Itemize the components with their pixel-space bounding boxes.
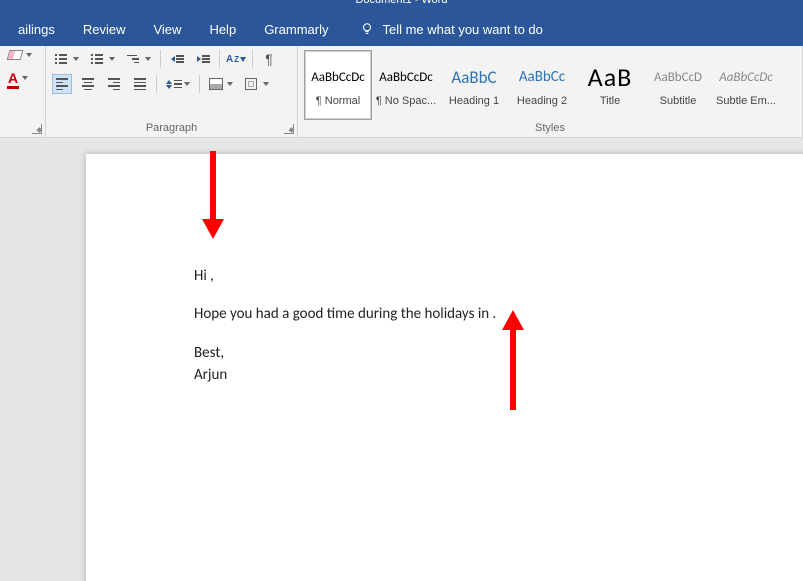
dialog-launcher-paragraph[interactable] bbox=[284, 124, 294, 134]
menu-bar: ailings Review View Help Grammarly Tell … bbox=[0, 12, 803, 46]
style-sample: AaB bbox=[588, 63, 633, 91]
font-color-button[interactable]: A bbox=[8, 70, 32, 86]
style--no-spac-[interactable]: AaBbCcDc ¶ No Spac... bbox=[372, 50, 440, 120]
tab-help[interactable]: Help bbox=[195, 12, 250, 46]
decrease-indent-icon bbox=[171, 55, 184, 63]
style-name-label: Heading 1 bbox=[449, 95, 499, 107]
align-left-icon bbox=[56, 78, 68, 90]
style-sample: AaBbCcDc bbox=[379, 63, 433, 91]
styles-group-label: Styles bbox=[298, 120, 802, 137]
align-center-icon bbox=[82, 78, 94, 90]
group-label-empty bbox=[0, 132, 45, 137]
bullets-button[interactable] bbox=[52, 50, 82, 68]
font-color-icon: A bbox=[8, 70, 18, 86]
align-center-button[interactable] bbox=[78, 75, 98, 93]
borders-icon bbox=[245, 78, 257, 90]
ribbon: A bbox=[0, 46, 803, 138]
align-right-icon bbox=[108, 78, 120, 90]
tab-view[interactable]: View bbox=[139, 12, 195, 46]
justify-button[interactable] bbox=[130, 75, 150, 93]
lightbulb-icon bbox=[360, 22, 374, 36]
increase-indent-button[interactable] bbox=[193, 50, 213, 68]
align-right-button[interactable] bbox=[104, 75, 124, 93]
numbering-button[interactable] bbox=[88, 50, 118, 68]
style-heading-2[interactable]: AaBbCc Heading 2 bbox=[508, 50, 576, 120]
style-sample: AaBbCc bbox=[519, 63, 565, 91]
line-spacing-button[interactable] bbox=[163, 75, 193, 93]
style-sample: AaBbCcDc bbox=[311, 63, 365, 91]
ribbon-group-styles: AaBbCcDc¶ NormalAaBbCcDc¶ No Spac...AaBb… bbox=[298, 46, 803, 137]
sort-icon: AZ bbox=[226, 54, 246, 65]
tell-me-label: Tell me what you want to do bbox=[382, 22, 542, 37]
document-page[interactable]: Hi , Hope you had a good time during the… bbox=[86, 154, 803, 581]
doc-line-4[interactable]: Arjun bbox=[194, 365, 738, 385]
ribbon-group-font-partial: A bbox=[0, 46, 46, 137]
annotation-arrow-2 bbox=[507, 310, 519, 410]
style-subtle-em-[interactable]: AaBbCcDc Subtle Em... bbox=[712, 50, 780, 120]
style-name-label: Subtitle bbox=[660, 95, 697, 107]
shading-button[interactable] bbox=[206, 75, 236, 93]
window-title: Document1 - Word bbox=[355, 0, 447, 6]
doc-line-1[interactable]: Hi , bbox=[194, 266, 738, 286]
tab-grammarly[interactable]: Grammarly bbox=[250, 12, 342, 46]
dialog-launcher-font[interactable] bbox=[32, 124, 42, 134]
borders-button[interactable] bbox=[242, 75, 272, 93]
paragraph-group-label: Paragraph bbox=[46, 120, 297, 137]
style-sample: AaBbC bbox=[451, 63, 496, 91]
title-bar: Document1 - Word bbox=[0, 0, 803, 12]
style-sample: AaBbCcD bbox=[654, 63, 702, 91]
ribbon-group-paragraph: AZ ¶ bbox=[46, 46, 298, 137]
multilevel-icon bbox=[127, 55, 139, 64]
clear-formatting-button[interactable] bbox=[8, 50, 32, 60]
tell-me-search[interactable]: Tell me what you want to do bbox=[360, 22, 542, 37]
bullets-icon bbox=[55, 54, 67, 64]
style-name-label: ¶ No Spac... bbox=[376, 95, 436, 107]
align-left-button[interactable] bbox=[52, 74, 72, 94]
shading-icon bbox=[209, 78, 223, 90]
increase-indent-icon bbox=[197, 55, 210, 63]
document-canvas[interactable]: Hi , Hope you had a good time during the… bbox=[0, 138, 803, 581]
numbering-icon bbox=[91, 54, 103, 64]
tab-review[interactable]: Review bbox=[69, 12, 140, 46]
justify-icon bbox=[134, 78, 146, 90]
annotation-arrow-1 bbox=[207, 151, 219, 239]
show-hide-paragraph-button[interactable]: ¶ bbox=[259, 50, 279, 68]
style-sample: AaBbCcDc bbox=[719, 63, 773, 91]
style-name-label: ¶ Normal bbox=[316, 95, 360, 107]
style-name-label: Subtle Em... bbox=[716, 95, 776, 107]
style-name-label: Heading 2 bbox=[517, 95, 567, 107]
doc-line-3[interactable]: Best, bbox=[194, 343, 738, 363]
pilcrow-icon: ¶ bbox=[265, 51, 273, 67]
eraser-icon bbox=[7, 50, 24, 60]
style-name-label: Title bbox=[600, 95, 620, 107]
decrease-indent-button[interactable] bbox=[167, 50, 187, 68]
style-subtitle[interactable]: AaBbCcD Subtitle bbox=[644, 50, 712, 120]
multilevel-list-button[interactable] bbox=[124, 50, 154, 68]
doc-line-2[interactable]: Hope you had a good time during the holi… bbox=[194, 304, 738, 324]
tab-mailings[interactable]: ailings bbox=[4, 12, 69, 46]
style--normal[interactable]: AaBbCcDc ¶ Normal bbox=[304, 50, 372, 120]
sort-button[interactable]: AZ bbox=[226, 50, 246, 68]
line-spacing-icon bbox=[166, 80, 186, 89]
style-title[interactable]: AaB Title bbox=[576, 50, 644, 120]
style-heading-1[interactable]: AaBbC Heading 1 bbox=[440, 50, 508, 120]
